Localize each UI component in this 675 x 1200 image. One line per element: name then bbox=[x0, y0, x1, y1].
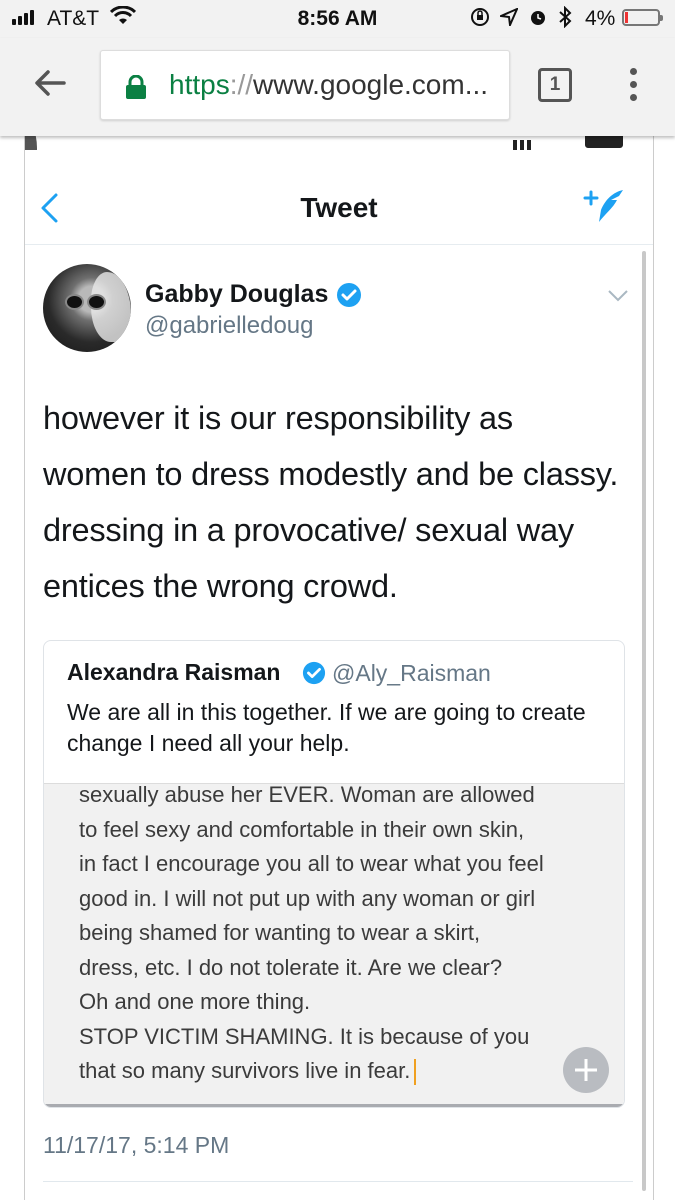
quoted-tweet[interactable]: Alexandra Raisman @Aly_Raisman We are al… bbox=[43, 640, 625, 1108]
back-chevron-icon[interactable] bbox=[39, 192, 59, 229]
tabs-icon[interactable]: 1 bbox=[538, 68, 572, 102]
status-time: 8:56 AM bbox=[297, 7, 378, 30]
overflow-menu-icon[interactable] bbox=[627, 68, 639, 104]
image-text-line: that so many survivors live in fear. bbox=[79, 1058, 411, 1083]
url-host: www.google.com... bbox=[253, 69, 489, 100]
wifi-icon bbox=[109, 5, 137, 32]
battery-percent: 4% bbox=[585, 7, 616, 30]
tweet-screenshot: Tweet Gabby Douglas @gabrielledoug howev… bbox=[24, 136, 654, 1200]
scrollbar[interactable] bbox=[642, 251, 646, 1191]
address-bar[interactable]: https://www.google.com... bbox=[100, 50, 510, 120]
image-text-line: being shamed for wanting to wear a skirt… bbox=[79, 920, 481, 945]
tweet-nav-bar: Tweet bbox=[25, 166, 653, 245]
url-separator: :// bbox=[229, 69, 254, 100]
carrier-label: AT&T bbox=[47, 7, 100, 30]
divider bbox=[43, 1181, 633, 1182]
status-icons bbox=[470, 5, 572, 33]
image-text-line: in fact I encourage you all to wear what… bbox=[79, 851, 544, 876]
image-text-line: STOP VICTIM SHAMING. It is because of yo… bbox=[79, 1023, 530, 1049]
image-text-line: Oh and one more thing. bbox=[79, 989, 311, 1014]
text-cursor bbox=[414, 1059, 417, 1086]
status-bar: AT&T 8:56 AM 4% bbox=[0, 0, 675, 38]
tweet-timestamp: 11/17/17, 5:14 PM bbox=[43, 1132, 230, 1158]
quoted-tweet-text: We are all in this together. If we are g… bbox=[67, 699, 586, 756]
back-arrow-icon[interactable] bbox=[30, 63, 70, 103]
image-bottom-bar bbox=[44, 1104, 624, 1107]
lock-icon bbox=[125, 74, 147, 104]
bluetooth-icon bbox=[558, 5, 572, 33]
compose-tweet-icon[interactable] bbox=[583, 186, 627, 231]
image-text-line: sexually abuse her EVER. Woman are allow… bbox=[79, 782, 535, 807]
url-scheme: https bbox=[169, 69, 230, 100]
image-text-line: to feel sexy and comfortable in their ow… bbox=[79, 816, 525, 842]
url-text: https://www.google.com... bbox=[169, 69, 488, 101]
verified-badge-icon bbox=[336, 282, 362, 313]
add-icon[interactable] bbox=[563, 1047, 609, 1093]
page-title: Tweet bbox=[300, 192, 378, 223]
verified-badge-icon bbox=[302, 661, 326, 690]
alarm-icon bbox=[528, 7, 548, 32]
browser-toolbar: https://www.google.com... 1 bbox=[0, 38, 675, 136]
image-text-line: dress, etc. I do not tolerate it. Are we… bbox=[79, 954, 503, 980]
chevron-down-icon[interactable] bbox=[607, 289, 629, 308]
signal-icon bbox=[12, 9, 34, 25]
image-text-line: good in. I will not put up with any woma… bbox=[79, 885, 536, 911]
quoted-image[interactable]: sexually abuse her EVER. Woman are allow… bbox=[44, 782, 624, 1107]
avatar[interactable] bbox=[43, 264, 131, 352]
image-text-line-last: that so many survivors live in fear. bbox=[79, 1054, 609, 1089]
tweet-text: however it is our responsibility as wome… bbox=[43, 400, 619, 604]
battery-icon bbox=[622, 9, 663, 26]
author-name[interactable]: Gabby Douglas bbox=[145, 280, 328, 309]
quoted-author-name: Alexandra Raisman bbox=[67, 659, 281, 685]
cropped-status-bar bbox=[25, 136, 653, 150]
orientation-lock-icon bbox=[470, 7, 490, 32]
author-handle[interactable]: @gabrielledoug bbox=[145, 312, 313, 340]
location-icon bbox=[497, 7, 519, 31]
quoted-image-text: sexually abuse her EVER. Woman are allow… bbox=[79, 778, 609, 1089]
quoted-author-handle: @Aly_Raisman bbox=[332, 660, 491, 686]
